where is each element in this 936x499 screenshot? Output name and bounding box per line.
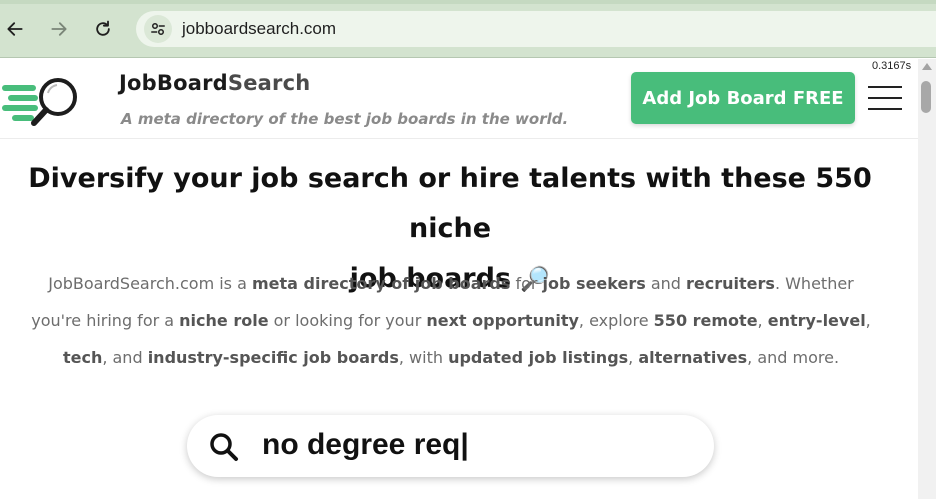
intro-text: , with [398, 348, 449, 367]
reload-button[interactable] [90, 16, 116, 42]
intro-text: , [628, 348, 639, 367]
intro-keyword: entry-level [767, 311, 866, 330]
brand-bold: JobBoard [119, 71, 228, 95]
intro-paragraph: JobBoardSearch.com is a meta directory o… [26, 265, 876, 376]
search-input[interactable]: no degree req| [262, 428, 469, 462]
menu-line [868, 97, 902, 99]
scroll-up-arrow-icon[interactable] [922, 63, 932, 70]
scroll-thumb[interactable] [921, 81, 931, 113]
intro-keyword: next opportunity [426, 311, 579, 330]
intro-text: , explore [578, 311, 654, 330]
intro-text: for [510, 274, 543, 293]
back-button[interactable] [2, 16, 28, 42]
intro-text: and [645, 274, 687, 293]
intro-text: , and more. [747, 348, 840, 367]
forward-button[interactable] [46, 16, 72, 42]
intro-keyword: job seekers [542, 274, 646, 293]
add-job-board-button[interactable]: Add Job Board FREE [631, 72, 855, 124]
intro-keyword: tech [62, 348, 103, 367]
url-text[interactable]: jobboardsearch.com [182, 19, 336, 39]
arrow-left-icon [7, 22, 23, 36]
intro-keyword: alternatives [638, 348, 748, 367]
web-page: JobBoardSearch A meta directory of the b… [0, 59, 918, 499]
headline-line-1: Diversify your job search or hire talent… [28, 163, 872, 244]
menu-line [868, 86, 902, 88]
hamburger-menu-icon[interactable] [868, 86, 902, 110]
brand-light: Search [227, 71, 311, 95]
intro-text: , and [102, 348, 148, 367]
intro-keyword: 550 remote [653, 311, 758, 330]
intro-keyword: meta directory of job boards [252, 274, 511, 293]
load-timer: 0.3167s [872, 60, 912, 72]
search-box[interactable]: no degree req| [187, 415, 714, 477]
site-header: JobBoardSearch A meta directory of the b… [0, 59, 918, 139]
reload-icon [96, 20, 110, 36]
intro-text: , [865, 311, 871, 330]
intro-text: or looking for your [268, 311, 427, 330]
tab-strip-edge [0, 0, 936, 4]
brand-tagline: A meta directory of the best job boards … [121, 110, 569, 128]
intro-keyword: updated job listings [448, 348, 629, 367]
page-scrollbar[interactable] [918, 59, 936, 499]
search-icon[interactable] [209, 432, 239, 462]
intro-text: JobBoardSearch.com is a [48, 274, 252, 293]
brand-name[interactable]: JobBoardSearch [119, 71, 310, 95]
menu-line [868, 108, 902, 110]
browser-toolbar: jobboardsearch.com [0, 0, 936, 58]
tune-icon [151, 23, 165, 35]
intro-keyword: industry-specific job boards [147, 348, 399, 367]
address-bar[interactable]: jobboardsearch.com [136, 11, 936, 47]
intro-text: , [757, 311, 768, 330]
intro-keyword: recruiters [686, 274, 775, 293]
magnifier-logo-icon[interactable] [2, 75, 92, 127]
site-info-button[interactable] [144, 15, 172, 43]
arrow-right-icon [51, 22, 67, 36]
intro-keyword: niche role [179, 311, 269, 330]
